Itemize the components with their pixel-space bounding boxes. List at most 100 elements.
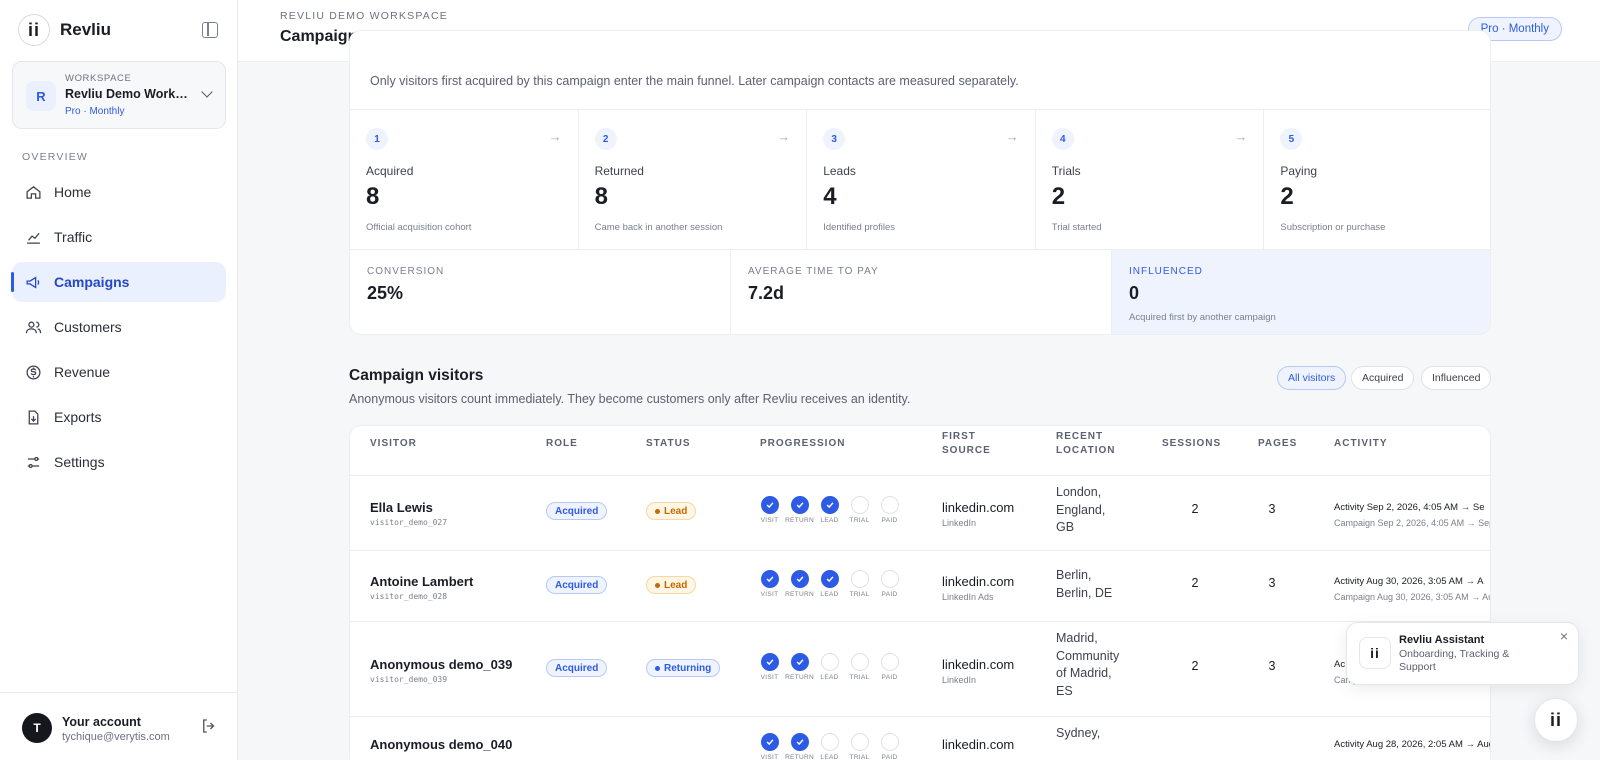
check-icon — [790, 733, 809, 751]
assistant-popup[interactable]: ii Revliu Assistant Onboarding, Tracking… — [1346, 622, 1579, 685]
status-label: Returning — [664, 662, 712, 674]
status-badge: Returning — [646, 659, 721, 677]
section-title: Campaign visitors — [349, 367, 484, 384]
progression-step: TRIAL — [850, 570, 869, 598]
status-dot-icon — [655, 582, 660, 588]
metric-description: Acquired first by another campaign — [1129, 312, 1276, 323]
progression-label: RETURN — [785, 591, 814, 598]
sidebar-item-label: Customers — [54, 319, 122, 335]
workspace-eyebrow: WORKSPACE — [65, 73, 132, 84]
assistant-subtitle: Onboarding, Tracking & Support — [1399, 648, 1510, 673]
users-icon — [24, 318, 42, 336]
status-dot-icon — [655, 508, 660, 514]
campaign-time: Campaign Aug 30, 2026, 3:05 AM → Au — [1334, 592, 1491, 602]
sidebar-item-customers[interactable]: Customers — [12, 307, 226, 347]
table-row[interactable]: Ella Lewis visitor_demo_027 Acquired Lead VI… — [350, 475, 1490, 550]
sidebar-item-revenue[interactable]: Revenue — [12, 352, 226, 392]
metric-value: 25% — [367, 283, 404, 303]
sidebar-item-label: Exports — [54, 409, 102, 425]
assistant-launcher-button[interactable]: ii — [1534, 698, 1578, 742]
sidebar-item-settings[interactable]: Settings — [12, 442, 226, 482]
empty-circle-icon — [850, 570, 869, 588]
sidebar-item-traffic[interactable]: Traffic — [12, 217, 226, 257]
close-icon[interactable]: × — [1560, 628, 1568, 644]
brand[interactable]: ii Revliu — [18, 14, 111, 46]
workspace-plan: Pro · Monthly — [65, 106, 125, 117]
progression-step: VISIT — [760, 496, 779, 524]
table-row[interactable]: Antoine Lambert visitor_demo_028 Acquired L… — [350, 550, 1491, 621]
account-name[interactable]: Your account — [62, 715, 141, 729]
nav-section-title: OVERVIEW — [22, 151, 89, 163]
sidebar-item-exports[interactable]: Exports — [12, 397, 226, 437]
sessions-count: 2 — [1191, 576, 1199, 590]
collapse-sidebar-icon[interactable] — [202, 22, 218, 38]
workspace-switcher[interactable]: R WORKSPACE Revliu Demo Workspace Pro · … — [12, 61, 226, 129]
check-icon — [790, 570, 809, 588]
sidebar-item-campaigns[interactable]: Campaigns — [11, 262, 226, 302]
progression-step: PAID — [880, 496, 899, 524]
avatar[interactable]: T — [22, 713, 52, 743]
metric-influenced: INFLUENCED 0 Acquired first by another c… — [1112, 250, 1490, 334]
sidebar-item-label: Settings — [54, 454, 105, 470]
progression-label: RETURN — [785, 674, 814, 681]
first-source: linkedin.com — [942, 657, 1015, 672]
check-icon — [820, 570, 839, 588]
status-label: Lead — [664, 579, 688, 591]
recent-location: Sydney, — [1056, 726, 1101, 740]
visitor-name[interactable]: Anonymous demo_040 — [370, 737, 512, 752]
step-description: Identified profiles — [823, 222, 896, 233]
step-value: 8 — [366, 183, 380, 210]
column-header: ROLE — [546, 438, 578, 449]
step-number: 1 — [366, 128, 388, 150]
sliders-icon — [24, 453, 42, 471]
sidebar-item-label: Traffic — [54, 229, 93, 245]
metric-label: CONVERSION — [367, 266, 445, 277]
sidebar-item-label: Revenue — [54, 364, 111, 380]
empty-circle-icon — [880, 733, 899, 751]
empty-circle-icon — [880, 496, 899, 514]
breadcrumb: REVLIU DEMO WORKSPACE — [280, 10, 448, 22]
empty-circle-icon — [880, 570, 899, 588]
step-number: 5 — [1280, 128, 1303, 150]
funnel-metrics: CONVERSION 25% AVERAGE TIME TO PAY 7.2d … — [350, 250, 1490, 334]
empty-circle-icon — [880, 653, 899, 671]
visitor-name[interactable]: Ella Lewis — [370, 500, 433, 515]
empty-circle-icon — [850, 653, 869, 671]
check-icon — [760, 496, 779, 514]
progression-label: VISIT — [760, 517, 779, 524]
progression-step: RETURN — [785, 653, 814, 681]
table-row[interactable]: Anonymous demo_039 visitor_demo_039 Acquir… — [350, 621, 1490, 716]
visitor-name[interactable]: Antoine Lambert — [370, 574, 473, 589]
filter-all-visitors[interactable]: All visitors — [1277, 366, 1347, 390]
logout-icon[interactable] — [200, 717, 218, 735]
check-icon — [760, 653, 779, 671]
role-badge: Acquired — [546, 659, 608, 677]
step-description: Trial started — [1051, 222, 1102, 233]
workspace-name: Revliu Demo Workspace — [65, 87, 191, 101]
visitor-name[interactable]: Anonymous demo_039 — [370, 657, 512, 672]
arrow-right-icon: → — [1234, 129, 1248, 144]
activity-time: Ac — [1334, 659, 1346, 670]
metric-conversion: CONVERSION 25% — [350, 250, 731, 334]
step-label: Leads — [823, 164, 856, 178]
metric-avg-time-to-pay: AVERAGE TIME TO PAY 7.2d — [731, 250, 1112, 334]
column-header: PAGES — [1258, 438, 1298, 449]
account-footer: T Your account tychique@verytis.com — [0, 692, 238, 760]
progression-step: LEAD — [820, 653, 839, 681]
progression-label: VISIT — [760, 674, 779, 681]
filter-influenced[interactable]: Influenced — [1421, 366, 1492, 390]
filter-acquired[interactable]: Acquired — [1351, 366, 1415, 390]
column-header: PROGRESSION — [760, 438, 846, 449]
role-badge: Acquired — [546, 576, 608, 594]
progression-step: TRIAL — [850, 733, 869, 760]
check-icon — [760, 570, 779, 588]
first-source: linkedin.com — [942, 500, 1015, 515]
status-label: Lead — [664, 505, 688, 517]
table-row[interactable]: Anonymous demo_040 VISIT RETURN LEAD TRIAL PA… — [350, 716, 1490, 760]
progression-step: VISIT — [760, 653, 779, 681]
first-source-detail: LinkedIn Ads — [942, 592, 994, 602]
funnel-step: 5 Paying 2 Subscription or purchase — [1264, 110, 1490, 249]
progression-step: RETURN — [785, 570, 814, 598]
sidebar-item-home[interactable]: Home — [12, 172, 226, 212]
funnel-step: 4 → Trials 2 Trial started — [1036, 110, 1265, 249]
